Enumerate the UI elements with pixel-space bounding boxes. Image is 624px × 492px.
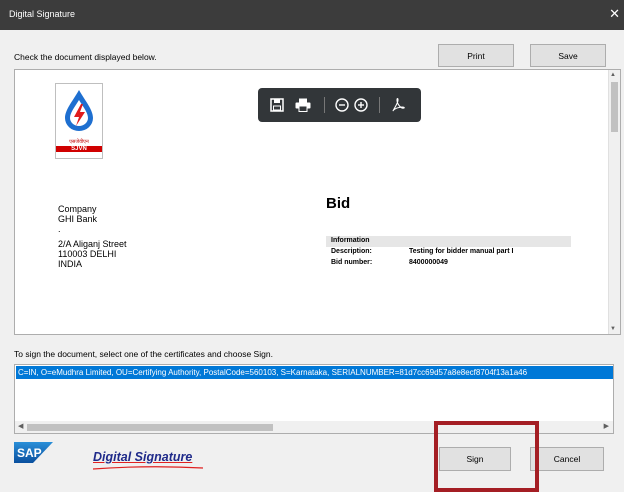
address-line: 110003 DELHI [58, 249, 117, 259]
info-key: Bid number: [331, 259, 373, 266]
save-button[interactable]: Save [530, 44, 606, 67]
toolbar-divider [324, 97, 325, 113]
company-line: Company [58, 204, 97, 214]
sign-instruction: To sign the document, select one of the … [14, 349, 273, 359]
information-title: Information [331, 237, 370, 244]
save-icon[interactable] [270, 98, 284, 112]
toolbar-divider [379, 97, 380, 113]
address-line: 2/A Aliganj Street [58, 239, 127, 249]
print-button[interactable]: Print [438, 44, 514, 67]
logo-sjvn-text: SJVN [56, 146, 102, 152]
document-vertical-scrollbar[interactable]: ▲ ▼ [608, 70, 620, 334]
sjvn-drop-icon [65, 90, 93, 131]
separator-dot: . [58, 224, 61, 234]
info-value: 8400000049 [409, 259, 448, 266]
document-preview[interactable]: एसजेवीएन SJVN Company GHI Bank . 2/A Ali… [14, 69, 621, 335]
zoom-out-icon[interactable] [335, 98, 349, 112]
scrollbar-thumb[interactable] [27, 424, 273, 431]
logo-hindi-text: एसजेवीएन [69, 139, 89, 145]
info-key: Description: [331, 248, 372, 255]
close-icon[interactable]: ✕ [609, 7, 620, 20]
address-block: 2/A Aliganj Street 110003 DELHI INDIA [58, 239, 127, 269]
title-bar: Digital Signature ✕ [0, 0, 624, 30]
scroll-right-icon[interactable]: ▶ [604, 422, 609, 430]
info-value: Testing for bidder manual part I [409, 248, 514, 255]
print-icon[interactable] [295, 98, 311, 112]
certificate-item[interactable]: C=IN, O=eMudhra Limited, OU=Certifying A… [16, 366, 613, 379]
scroll-up-icon[interactable]: ▲ [610, 72, 616, 78]
zoom-in-icon[interactable] [354, 98, 368, 112]
company-block: Company GHI Bank [58, 204, 97, 224]
sign-highlight-box [434, 421, 539, 492]
bid-title: Bid [326, 195, 351, 212]
window-title: Digital Signature [9, 9, 76, 19]
acrobat-icon[interactable] [390, 97, 406, 113]
scroll-left-icon[interactable]: ◀ [18, 422, 23, 430]
cancel-button[interactable]: Cancel [530, 447, 604, 471]
company-line: GHI Bank [58, 214, 98, 224]
brand-swoosh-icon [93, 466, 203, 470]
check-document-label: Check the document displayed below. [14, 52, 157, 62]
sap-logo-text: SAP [17, 446, 42, 460]
scrollbar-thumb[interactable] [611, 82, 618, 132]
address-line: INDIA [58, 259, 83, 269]
digital-signature-brand: Digital Signature [93, 450, 193, 464]
sap-logo: SAP [14, 442, 53, 463]
pdf-toolbar [258, 88, 421, 122]
scroll-down-icon[interactable]: ▼ [610, 326, 616, 332]
sjvn-logo: एसजेवीएन SJVN [55, 83, 103, 159]
